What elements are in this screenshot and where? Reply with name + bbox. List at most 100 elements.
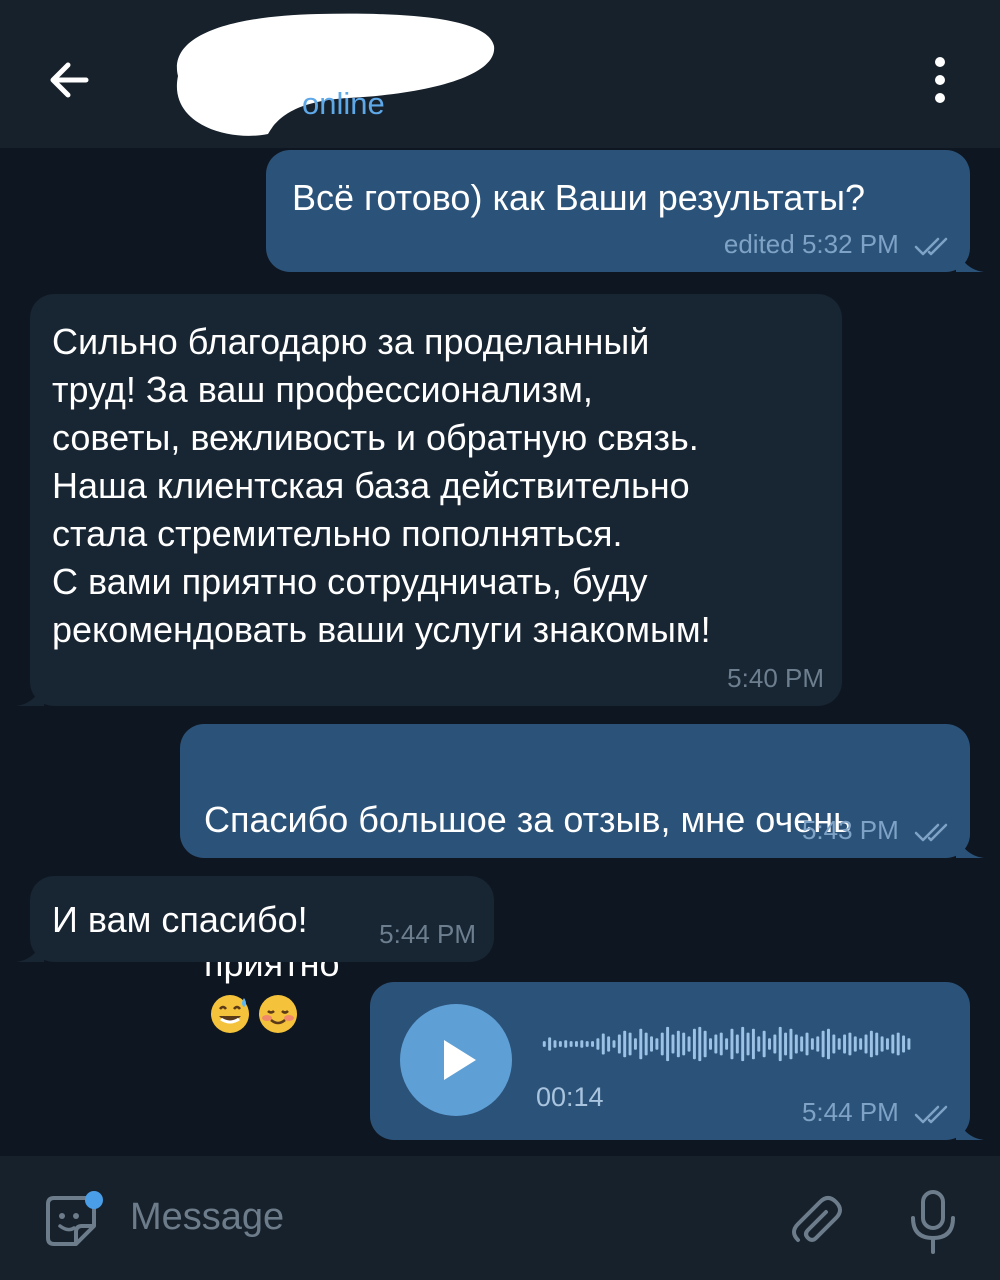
waveform-bar: [768, 1038, 771, 1050]
waveform-bar: [805, 1032, 809, 1056]
waveform-bar: [580, 1040, 584, 1048]
waveform-bar: [564, 1040, 568, 1048]
message-time: 5:44 PM: [801, 1097, 899, 1127]
waveform-bar: [553, 1040, 557, 1048]
waveform-bar: [784, 1032, 788, 1056]
voice-waveform[interactable]: [542, 1024, 912, 1064]
waveform-bar: [827, 1028, 830, 1060]
waveform-bar: [655, 1038, 659, 1050]
waveform-bar: [800, 1036, 804, 1052]
waveform-bar: [843, 1034, 847, 1054]
play-icon: [444, 1040, 476, 1080]
waveform-bar: [644, 1032, 648, 1056]
sticker-emoji-icon[interactable]: [38, 1190, 106, 1254]
waveform-bar: [666, 1026, 670, 1062]
waveform-bar: [574, 1041, 578, 1047]
message-input[interactable]: [128, 1186, 752, 1248]
waveform-bar: [789, 1028, 793, 1060]
waveform-bar: [607, 1036, 611, 1052]
waveform-bar: [548, 1037, 552, 1051]
bubble-tail: [16, 934, 44, 962]
waveform-bar: [671, 1034, 675, 1054]
waveform-bar: [837, 1038, 841, 1050]
message-meta: edited 5:32 PM: [724, 229, 952, 260]
more-options-icon[interactable]: [920, 50, 960, 110]
waveform-bar: [885, 1038, 889, 1050]
waveform-bar: [816, 1036, 820, 1052]
waveform-bar: [725, 1038, 729, 1050]
waveform-bar: [660, 1032, 664, 1056]
smiling-blush-icon: [259, 995, 297, 1034]
incoming-message[interactable]: И вам спасибо! 5:44 PM: [16, 876, 494, 962]
waveform-bar: [617, 1034, 621, 1054]
waveform-bar: [773, 1034, 777, 1054]
message-time: edited 5:32 PM: [723, 229, 899, 259]
play-button[interactable]: [400, 1004, 512, 1116]
waveform-bar: [864, 1034, 868, 1054]
waveform-bar: [746, 1032, 750, 1056]
message-meta: 5:44 PM: [802, 1097, 952, 1128]
waveform-bar: [751, 1028, 755, 1060]
waveform-bar: [628, 1032, 632, 1056]
waveform-bar: [794, 1034, 798, 1054]
waveform-bar: [703, 1030, 707, 1058]
message-input-bar: [0, 1156, 1000, 1280]
waveform-bar: [633, 1038, 637, 1050]
waveform-bar: [848, 1032, 852, 1056]
waveform-bar: [735, 1034, 739, 1054]
voice-message[interactable]: 00:14 5:44 PM: [370, 982, 984, 1140]
outgoing-message[interactable]: Спасибо большое за отзыв, мне очень прия…: [180, 724, 984, 1034]
waveform-bar: [687, 1036, 691, 1052]
waveform-bar: [639, 1028, 643, 1060]
bubble-tail: [956, 244, 984, 272]
waveform-bar: [585, 1041, 589, 1047]
bubble-tail: [956, 830, 984, 858]
waveform-bar: [741, 1026, 745, 1062]
waveform-bar: [880, 1036, 884, 1052]
paperclip-icon[interactable]: [786, 1192, 846, 1252]
waveform-bar: [612, 1040, 616, 1048]
waveform-bar: [569, 1041, 573, 1047]
message-list: Всё готово) как Ваши результаты? edited …: [0, 148, 1000, 1156]
outgoing-message[interactable]: Всё готово) как Ваши результаты? edited …: [266, 150, 984, 272]
waveform-bar: [542, 1041, 546, 1047]
waveform-bar: [558, 1041, 562, 1047]
incoming-message[interactable]: Сильно благодарю за проделанный труд! За…: [16, 294, 842, 706]
waveform-bar: [709, 1038, 712, 1050]
contact-status: online: [302, 86, 385, 121]
waveform-bar: [762, 1030, 766, 1058]
voice-duration: 00:14: [536, 1082, 604, 1112]
waveform-bar: [719, 1032, 723, 1056]
waveform-bar: [832, 1034, 836, 1054]
waveform-bar: [650, 1036, 653, 1052]
grinning-sweat-icon: [211, 995, 249, 1034]
waveform-bar: [714, 1034, 718, 1054]
waveform-bar: [676, 1030, 680, 1058]
bubble-tail: [16, 678, 44, 706]
message-time: 5:43 PM: [801, 815, 899, 845]
waveform-bar: [859, 1038, 863, 1050]
waveform-bar: [698, 1026, 702, 1062]
message-time: 5:40 PM: [727, 663, 824, 693]
waveform-bar: [757, 1036, 761, 1052]
double-check-icon: [914, 1105, 948, 1124]
waveform-bar: [907, 1038, 911, 1050]
microphone-icon[interactable]: [906, 1188, 960, 1258]
waveform-bar: [902, 1035, 906, 1053]
waveform-bar: [778, 1026, 782, 1062]
waveform-bar: [891, 1034, 895, 1054]
waveform-bar: [591, 1041, 595, 1047]
bubble-tail: [956, 1112, 984, 1140]
waveform-bar: [682, 1032, 686, 1056]
message-time: 5:44 PM: [379, 919, 476, 949]
waveform-bar: [875, 1032, 879, 1056]
message-text: И вам спасибо!: [52, 899, 308, 940]
waveform-bar: [869, 1030, 873, 1058]
chat-header: online: [0, 0, 1000, 148]
back-arrow-icon[interactable]: [40, 50, 100, 110]
waveform-bar: [623, 1030, 627, 1058]
double-check-icon: [914, 237, 948, 256]
waveform-bar: [896, 1032, 900, 1056]
message-meta: 5:43 PM: [802, 815, 952, 846]
waveform-bar: [853, 1036, 857, 1052]
